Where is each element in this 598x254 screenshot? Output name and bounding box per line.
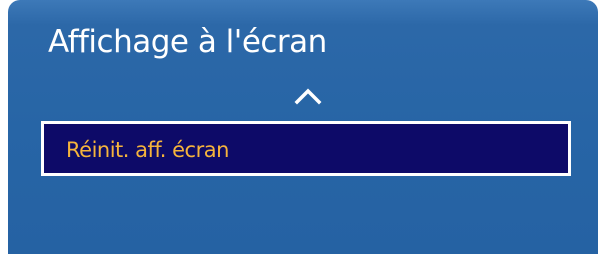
menu-title: Affichage à l'écran — [48, 24, 327, 60]
menu-item-label: Réinit. aff. écran — [66, 138, 229, 162]
osd-menu-panel: Affichage à l'écran Réinit. aff. écran — [8, 0, 598, 254]
menu-item-reset-osd[interactable]: Réinit. aff. écran — [41, 121, 571, 176]
scroll-up-button[interactable] — [294, 87, 322, 105]
chevron-up-icon — [294, 88, 322, 105]
